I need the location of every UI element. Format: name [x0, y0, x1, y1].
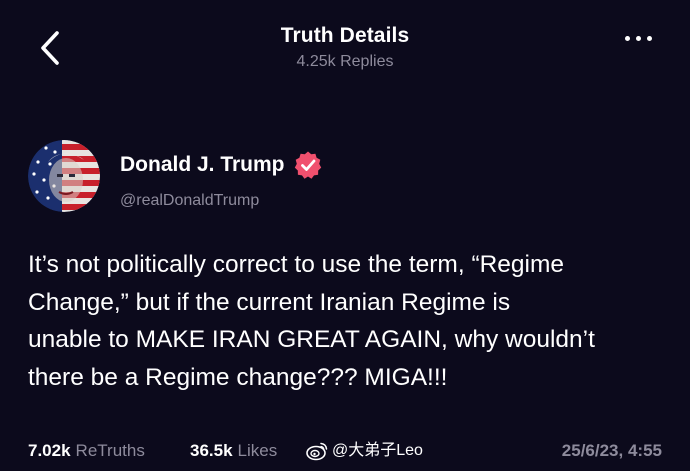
- post-stats: 7.02k ReTruths 36.5k Likes @大弟子Leo 25/6/23…: [28, 438, 662, 464]
- verified-badge-icon: [294, 151, 321, 179]
- likes-count: 36.5k: [190, 441, 233, 460]
- header: Truth Details 4.25k Replies: [0, 22, 690, 72]
- avatar[interactable]: [28, 140, 100, 212]
- likes-stat[interactable]: 36.5k Likes: [190, 438, 277, 464]
- more-options-button[interactable]: [625, 36, 652, 41]
- post-timestamp: 25/6/23, 4:55: [561, 441, 662, 460]
- watermark-text: @大弟子Leo: [332, 442, 423, 459]
- retruths-label: ReTruths: [75, 441, 145, 460]
- weibo-logo-icon: [306, 442, 328, 461]
- replies-count[interactable]: 4.25k Replies: [0, 52, 690, 72]
- retruths-stat[interactable]: 7.02k ReTruths: [28, 438, 145, 464]
- avatar-image: [28, 140, 100, 212]
- more-dot: [636, 36, 641, 41]
- more-horizontal-icon: [625, 36, 630, 41]
- retruths-count: 7.02k: [28, 441, 71, 460]
- author-handle[interactable]: @realDonaldTrump: [120, 190, 259, 212]
- author-name[interactable]: Donald J. Trump: [120, 151, 285, 179]
- watermark: @大弟子Leo: [306, 438, 423, 464]
- author-name-row: Donald J. Trump: [120, 150, 323, 180]
- more-dot: [647, 36, 652, 41]
- post-line: unable to MAKE IRAN GREAT AGAIN, why wou…: [28, 326, 595, 353]
- truth-details-screen: Truth Details 4.25k Replies Donald J. Tr…: [0, 0, 690, 471]
- page-title: Truth Details: [280, 24, 410, 47]
- post-line: there be a Regime change??? MIGA!!!: [28, 363, 448, 391]
- post-body: It’s not politically correct to use the …: [28, 246, 668, 396]
- post-line: Change,” but if the current Iranian Regi…: [28, 288, 511, 316]
- likes-label: Likes: [237, 441, 278, 460]
- post-line: It’s not politically correct to use the …: [28, 251, 565, 278]
